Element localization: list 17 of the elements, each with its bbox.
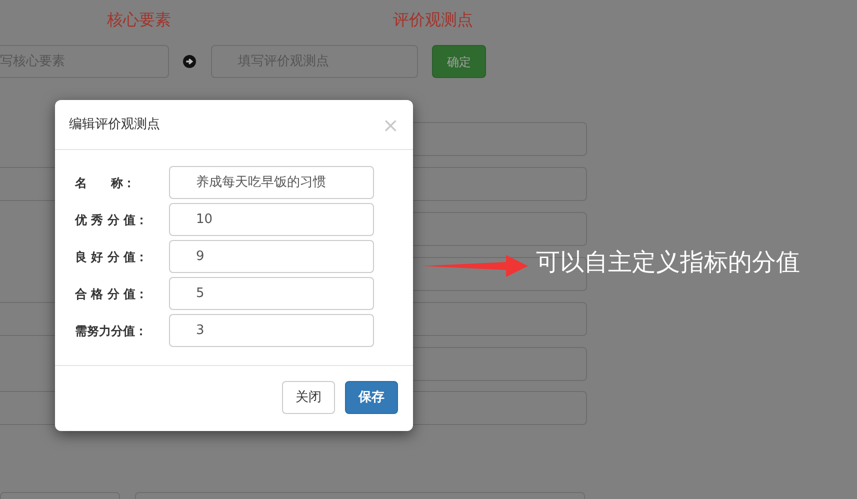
field-label: 优 秀 分 值：	[75, 212, 149, 228]
input-field[interactable]: 养成每天吃早饭的习惯	[169, 166, 374, 199]
field-label: 需努力分值：	[75, 322, 148, 340]
annotation-text: 可以自主定义指标的分值	[536, 247, 800, 278]
input-field[interactable]: 10	[169, 203, 374, 236]
arrow-right-icon	[183, 55, 196, 68]
save-button[interactable]: 保存	[345, 381, 398, 414]
field-label: 合 格 分 值：	[75, 286, 149, 302]
column-heading: 核心要素	[107, 9, 171, 31]
dialog-title: 编辑评价观测点	[69, 116, 160, 134]
input-field[interactable]: 3	[169, 314, 374, 347]
close-dialog-button[interactable]: 关闭	[282, 381, 335, 414]
column-heading: 评价观测点	[393, 9, 473, 31]
field-label: 名 称：	[75, 174, 136, 192]
input-field[interactable]: 5	[169, 277, 374, 310]
input-field[interactable]: 9	[169, 240, 374, 273]
field-label: 良 好 分 值：	[75, 248, 149, 266]
